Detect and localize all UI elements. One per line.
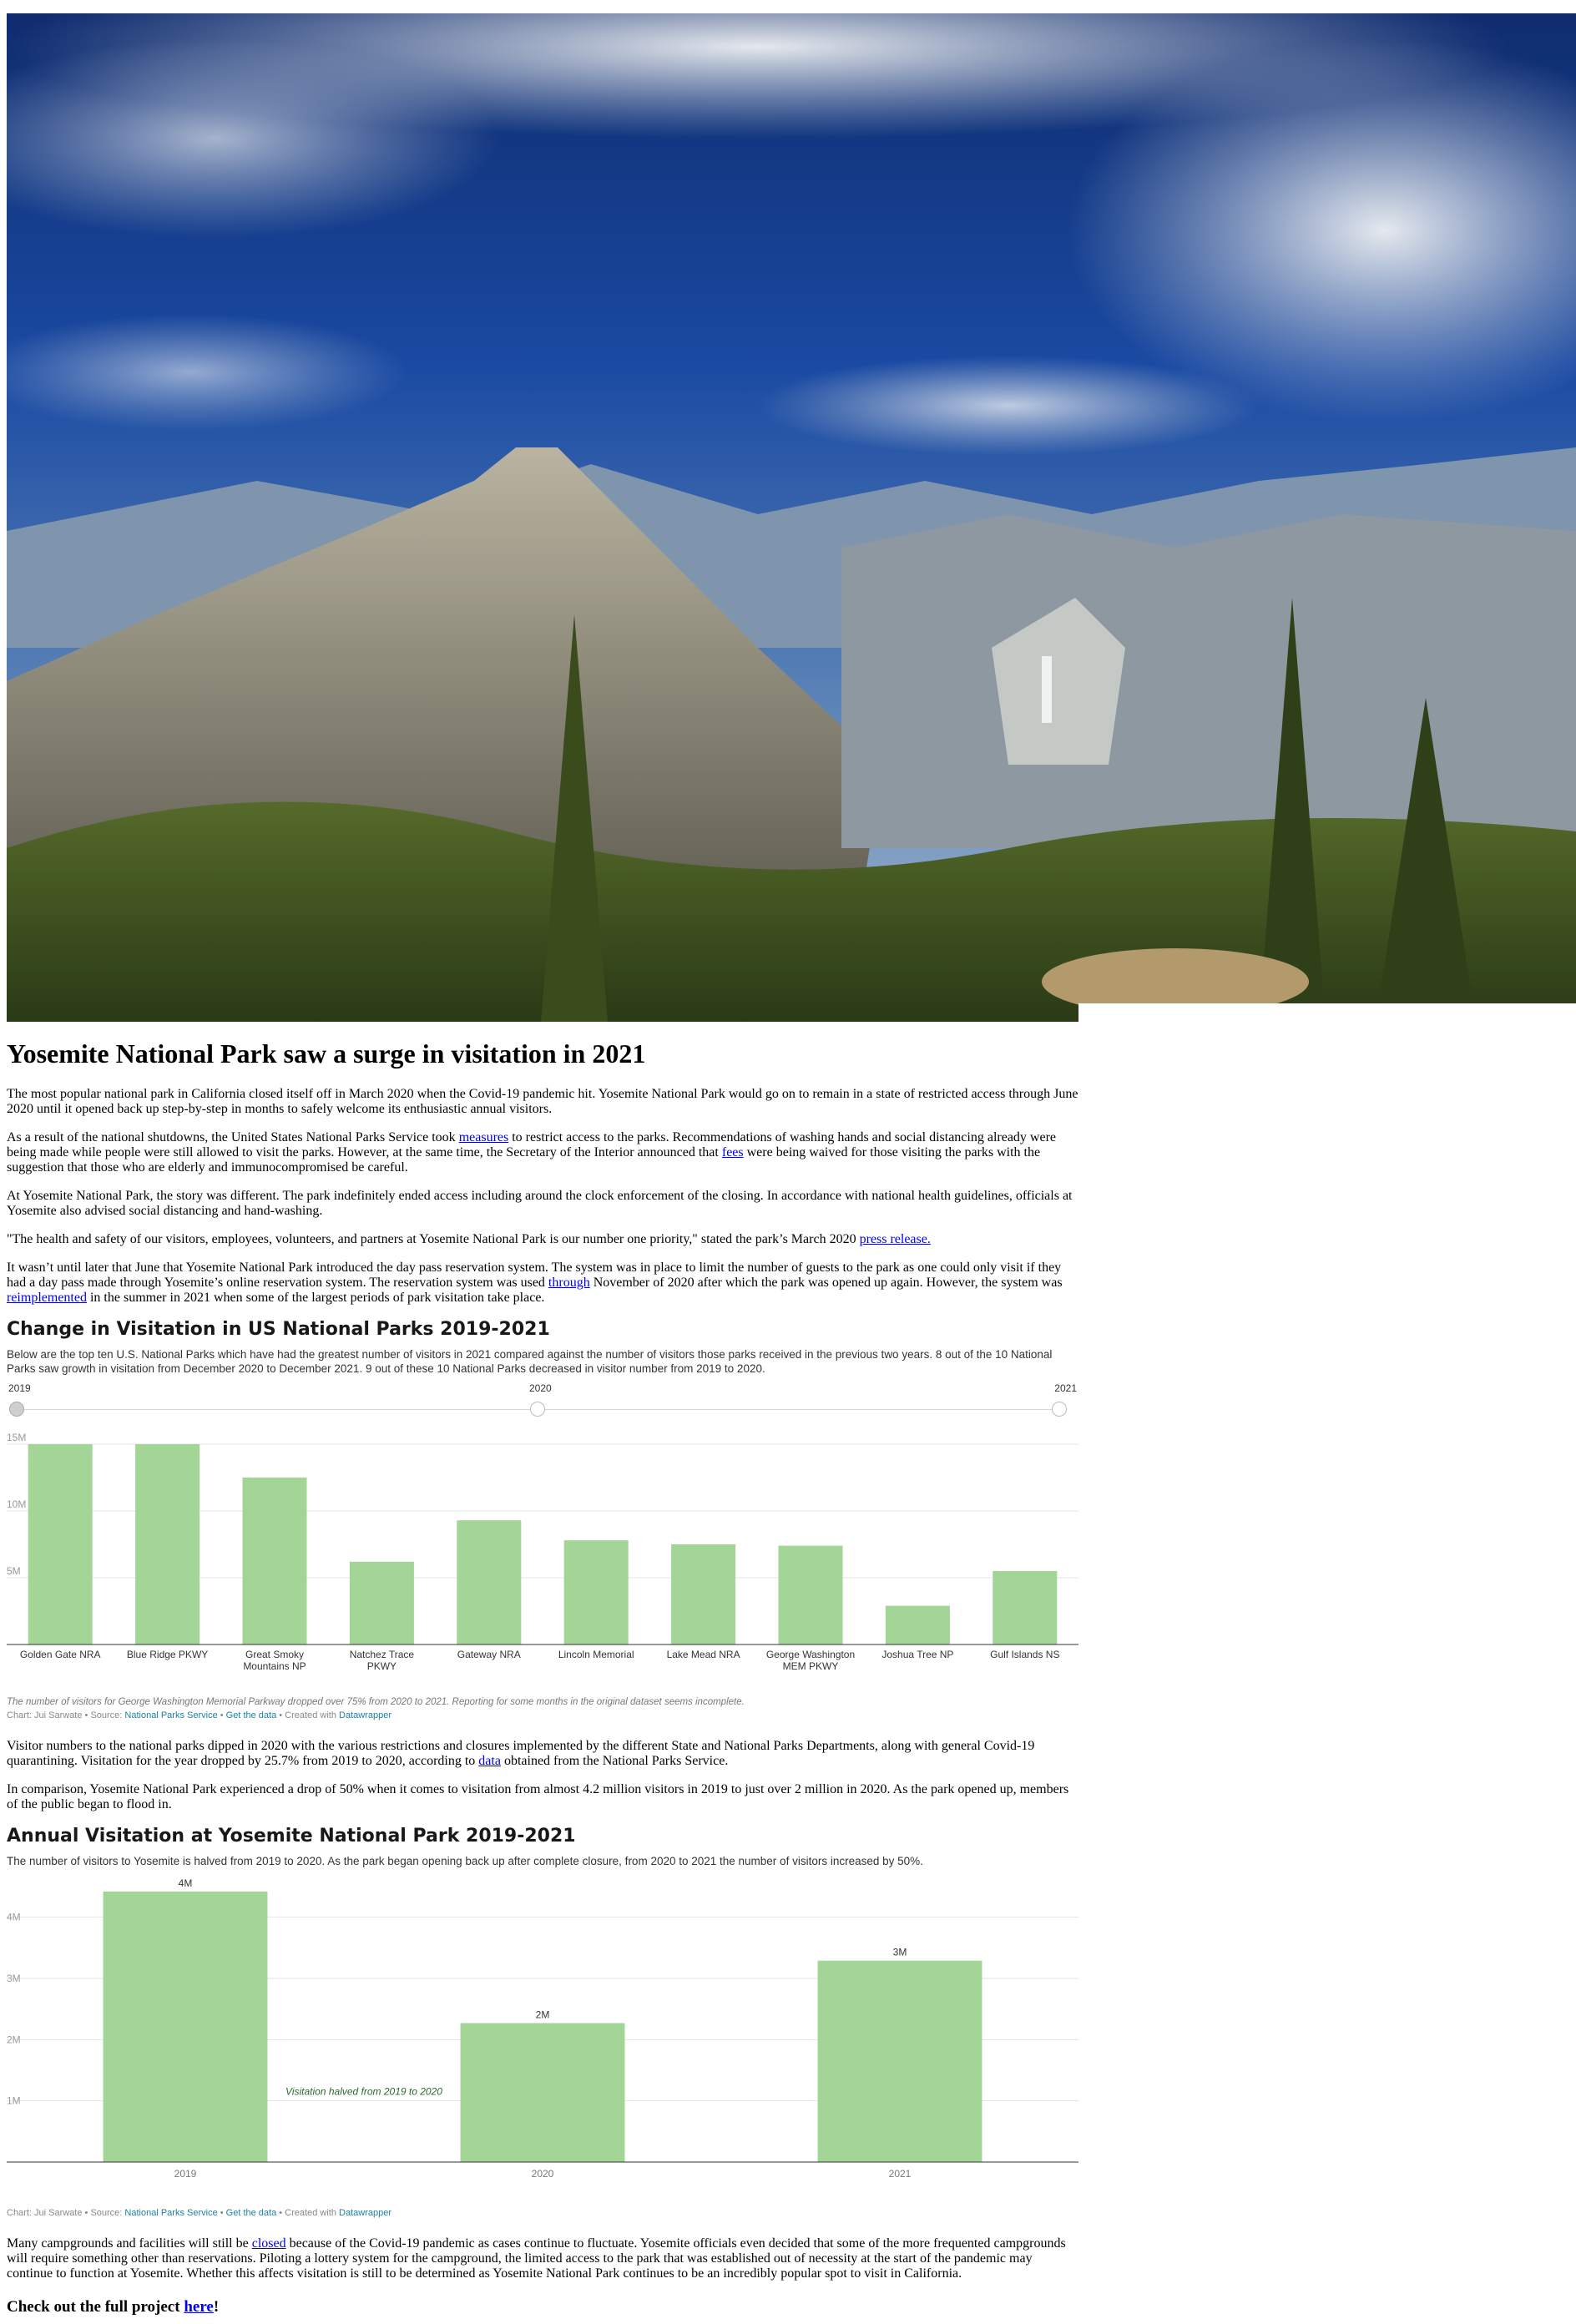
paragraph: As a result of the national shutdowns, t…	[7, 1130, 1057, 1175]
through-link[interactable]: through	[548, 1276, 590, 1290]
bar-chart-yosemite: 1M 2M 3M 4M 4M 2019 2M 2020 3M 2021 Visitation hal…	[7, 1877, 1078, 2180]
x-tick-label: George Washington	[766, 1649, 855, 1660]
datawrapper-link[interactable]: Datawrapper	[339, 2208, 391, 2218]
y-tick-label: 1M	[7, 2095, 21, 2107]
x-tick-label: Mountains NP	[243, 1660, 306, 1672]
x-tick-label: PKWY	[367, 1660, 397, 1672]
chart-footer: Chart: Jui Sarwate • Source: National Pa…	[7, 1710, 391, 1720]
y-tick-label: 15M	[7, 1432, 26, 1443]
paragraph: At Yosemite National Park, the story was…	[7, 1189, 1073, 1218]
datawrapper-link[interactable]: Datawrapper	[339, 1710, 391, 1720]
chart-annotation: Visitation halved from 2019 to 2020	[285, 2085, 442, 2097]
bar	[563, 1540, 629, 1644]
y-tick-label: 10M	[7, 1498, 26, 1510]
press-release-link[interactable]: press release.	[860, 1232, 931, 1246]
bar	[457, 1520, 522, 1644]
reimplemented-link[interactable]: reimplemented	[7, 1291, 87, 1305]
hero-mask	[1078, 1003, 1576, 1023]
paragraph: Many campgrounds and facilities will sti…	[7, 2236, 1066, 2281]
hero-image	[7, 13, 1576, 1022]
source-link[interactable]: National Parks Service	[124, 1710, 217, 1720]
x-tick-label: 2019	[174, 2168, 197, 2180]
x-tick-label: 2021	[889, 2168, 912, 2180]
slider-label-2021: 2021	[1054, 1382, 1077, 1394]
yosemite-chart-block: Annual Visitation at Yosemite National P…	[7, 1826, 1078, 2218]
x-tick-label: MEM PKWY	[783, 1660, 839, 1672]
closed-link[interactable]: closed	[252, 2236, 286, 2251]
get-data-link[interactable]: Get the data	[226, 1710, 277, 1720]
slider-knob-2020[interactable]	[530, 1402, 545, 1417]
bar	[671, 1544, 736, 1644]
bar	[242, 1478, 307, 1644]
measures-link[interactable]: measures	[459, 1130, 509, 1144]
chart-title: Change in Visitation in US National Park…	[7, 1319, 550, 1340]
data-label: 3M	[893, 1947, 907, 1958]
x-tick-label: Great Smoky	[245, 1649, 304, 1660]
chart-notes: The number of visitors for George Washin…	[7, 1697, 745, 1707]
y-tick-label: 4M	[7, 1912, 21, 1923]
slider-knob-2019[interactable]	[9, 1402, 24, 1417]
paragraph: In comparison, Yosemite National Park ex…	[7, 1782, 1069, 1811]
bar	[28, 1444, 93, 1644]
slider-label-2020: 2020	[529, 1382, 552, 1394]
y-tick-label: 5M	[7, 1565, 21, 1577]
x-tick-label: Lincoln Memorial	[558, 1649, 634, 1660]
data-label: 2M	[536, 2009, 550, 2021]
bar	[778, 1545, 843, 1644]
bar-chart-national-parks: 5M 10M 15M Golden Gate NRA Blue Ridge PKWY Gr…	[7, 1432, 1078, 1672]
x-tick-label: Gulf Islands NS	[990, 1649, 1059, 1660]
year-slider[interactable]: 2019 2020 2021	[7, 1382, 1078, 1429]
paragraph: It wasn’t until later that June that Yos…	[7, 1261, 1063, 1305]
fees-link[interactable]: fees	[722, 1145, 744, 1159]
bar	[460, 2023, 625, 2162]
x-tick-label: Golden Gate NRA	[20, 1649, 101, 1660]
chart-footer: Chart: Jui Sarwate • Source: National Pa…	[7, 2208, 391, 2218]
paragraph: Visitor numbers to the national parks di…	[7, 1739, 1035, 1768]
bar	[993, 1571, 1058, 1644]
chart-description: The number of visitors to Yosemite is ha…	[7, 1855, 923, 1867]
source-link[interactable]: National Parks Service	[124, 2208, 217, 2218]
bar	[135, 1444, 200, 1644]
paragraph: The most popular national park in Califo…	[7, 1087, 1078, 1116]
full-project-callout: Check out the full project here!	[7, 2298, 220, 2316]
bar	[349, 1561, 414, 1644]
bar	[885, 1605, 950, 1644]
get-data-link[interactable]: Get the data	[226, 2208, 277, 2218]
yosemite-landscape-photo	[7, 13, 1576, 1022]
x-tick-label: Gateway NRA	[457, 1649, 521, 1660]
visitation-chart-block: Change in Visitation in US National Park…	[7, 1319, 1078, 1720]
x-tick-label: Blue Ridge PKWY	[127, 1649, 208, 1660]
data-label: 4M	[179, 1877, 193, 1889]
article-title: Yosemite National Park saw a surge in vi…	[7, 1038, 646, 1069]
x-tick-label: Natchez Trace	[350, 1649, 415, 1660]
data-link[interactable]: data	[478, 1754, 501, 1768]
bar	[817, 1960, 982, 2162]
paragraph: "The health and safety of our visitors, …	[7, 1232, 931, 1246]
bar	[103, 1891, 268, 2162]
y-tick-label: 3M	[7, 1973, 21, 1984]
full-project-link[interactable]: here	[184, 2298, 214, 2316]
x-tick-label: Lake Mead NRA	[667, 1649, 740, 1660]
chart-description: Below are the top ten U.S. National Park…	[7, 1348, 1053, 1375]
x-tick-label: Joshua Tree NP	[881, 1649, 953, 1660]
slider-label-2019: 2019	[8, 1382, 31, 1394]
chart-title: Annual Visitation at Yosemite National P…	[7, 1826, 576, 1847]
y-tick-label: 2M	[7, 2034, 21, 2045]
x-tick-label: 2020	[532, 2168, 554, 2180]
article-content: Yosemite National Park saw a surge in vi…	[7, 1022, 1078, 2316]
slider-knob-2021[interactable]	[1052, 1402, 1067, 1417]
